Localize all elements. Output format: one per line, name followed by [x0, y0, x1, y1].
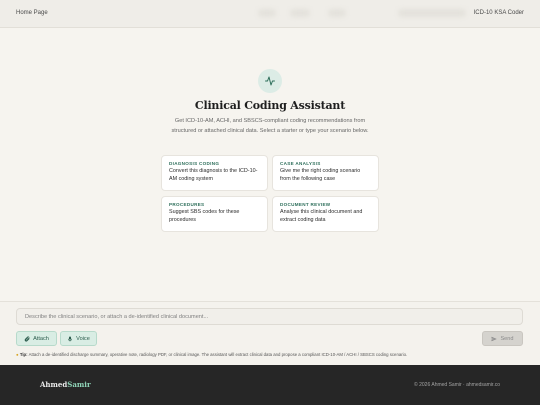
starter-tag: DIAGNOSIS CODING — [169, 161, 220, 166]
voice-label: Voice — [76, 335, 90, 342]
nav-blurred-item — [290, 9, 310, 17]
starter-tag: DOCUMENT REVIEW — [280, 202, 331, 207]
attach-button[interactable]: Attach — [16, 331, 57, 346]
microphone-icon — [68, 336, 73, 341]
tip-text: Attach a de-identified discharge summary… — [28, 352, 408, 357]
footer-logo[interactable]: AhmedSamir — [40, 380, 91, 389]
logo-first: Ahmed — [40, 380, 68, 389]
top-nav-bar: Home Page ICD-10 KSA Coder — [0, 0, 540, 28]
attach-label: Attach — [33, 335, 49, 342]
scenario-input[interactable] — [16, 308, 523, 325]
starter-text: Suggest SBS codes for these procedures — [169, 209, 240, 223]
home-page-link[interactable]: Home Page — [16, 10, 48, 16]
nav-blurred-item — [398, 9, 466, 17]
tip-label: Tip: — [19, 352, 28, 357]
starter-text: Convert this diagnosis to the ICD-10-AM … — [169, 168, 258, 182]
send-icon — [491, 336, 498, 341]
page-subtitle: Get ICD-10-AM, ACHI, and SBSCS-compliant… — [171, 118, 369, 134]
starter-text: Analyse this clinical document and extra… — [280, 209, 363, 223]
copyright-text: © 2026 Ahmed Samir · ahmedsamir.co — [414, 382, 500, 388]
tip-note: ● Tip: Attach a de-identified discharge … — [16, 352, 407, 357]
starter-card-diagnosis-coding[interactable]: DIAGNOSIS CODING Convert this diagnosis … — [161, 155, 268, 191]
brand-label: ICD-10 KSA Coder — [473, 10, 524, 16]
logo-second: Samir — [67, 380, 91, 389]
nav-blurred-item — [258, 9, 276, 17]
starter-text: Give me the right coding scenario from t… — [280, 168, 361, 182]
nav-blurred-item — [328, 9, 346, 17]
starter-card-procedures[interactable]: PROCEDURES Suggest SBS codes for these p… — [161, 196, 268, 232]
send-label: Send — [500, 335, 514, 342]
send-button[interactable]: Send — [482, 331, 523, 346]
activity-icon — [258, 69, 282, 93]
lightbulb-icon: ● — [16, 352, 19, 357]
starter-card-document-review[interactable]: DOCUMENT REVIEW Analyse this clinical do… — [272, 196, 379, 232]
starter-tag: PROCEDURES — [169, 202, 205, 207]
paperclip-icon — [24, 335, 30, 342]
site-footer: AhmedSamir © 2026 Ahmed Samir · ahmedsam… — [0, 365, 540, 405]
starter-card-case-analysis[interactable]: CASE ANALYSIS Give me the right coding s… — [272, 155, 379, 191]
page-title: Clinical Coding Assistant — [194, 99, 346, 112]
voice-button[interactable]: Voice — [60, 331, 97, 346]
starter-tag: CASE ANALYSIS — [280, 161, 321, 166]
